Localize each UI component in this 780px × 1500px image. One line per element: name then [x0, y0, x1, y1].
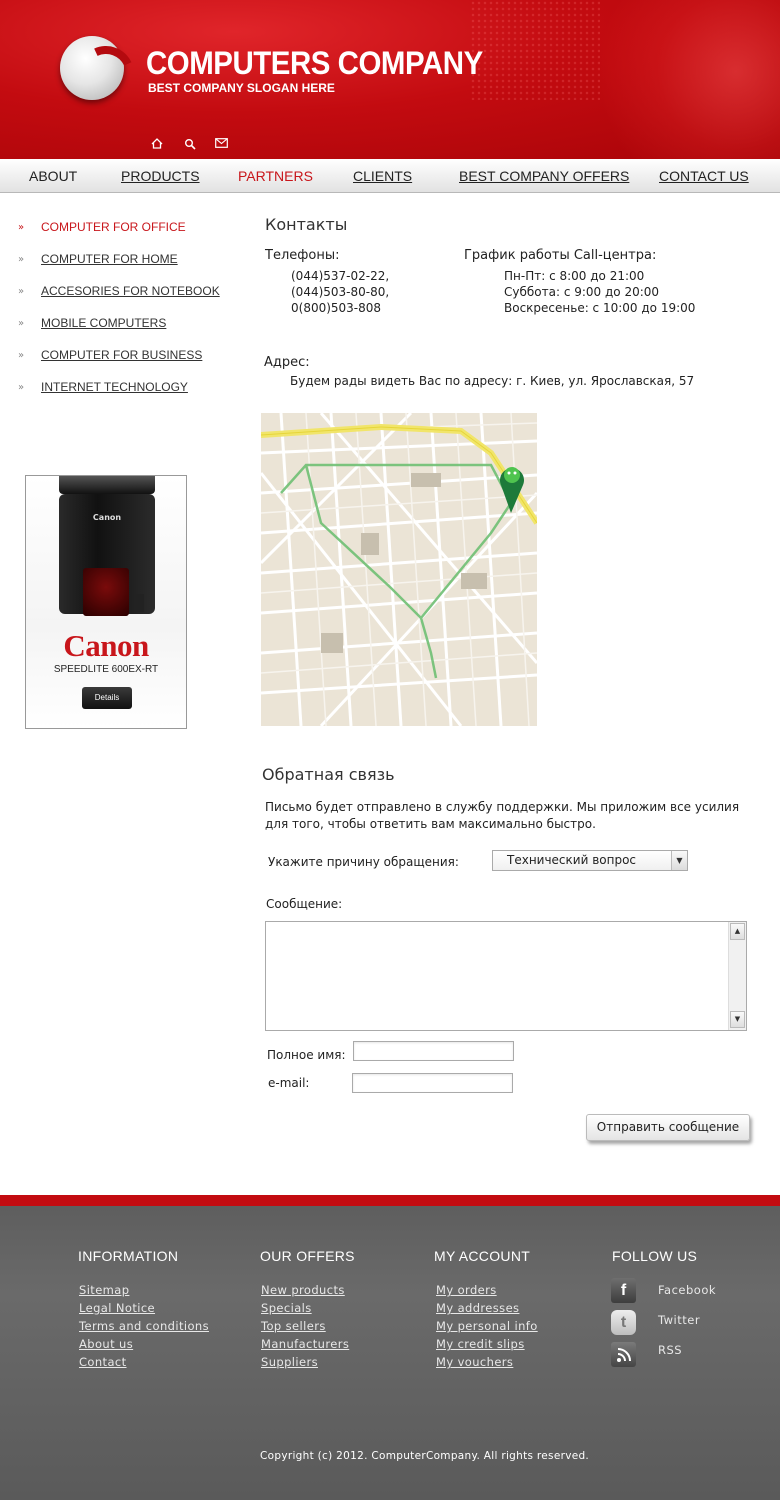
flash-side-detail	[134, 594, 144, 612]
schedule-sunday: Воскресенье: с 10:00 до 19:00	[504, 301, 696, 315]
site-header: COMPUTERS COMPANY BEST COMPANY SLOGAN HE…	[0, 0, 780, 159]
reason-label: Укажите причину обращения:	[268, 855, 459, 869]
reason-select-value: Технический вопрос	[507, 853, 637, 867]
flash-brand-label: Canon	[92, 513, 122, 522]
footer-link-my-addresses[interactable]: My addresses	[436, 1301, 519, 1315]
footer-link-top-sellers[interactable]: Top sellers	[261, 1319, 326, 1333]
twitter-link[interactable]: Twitter	[658, 1313, 700, 1327]
nav-clients[interactable]: CLIENTS	[353, 168, 412, 184]
footer-link-specials[interactable]: Specials	[261, 1301, 312, 1315]
facebook-icon[interactable]: f	[611, 1278, 636, 1303]
footer-link-my-vouchers[interactable]: My vouchers	[436, 1355, 513, 1369]
feedback-intro-line-2: для того, чтобы ответить вам максимально…	[265, 817, 596, 831]
company-logo[interactable]	[60, 36, 124, 100]
chevron-right-icon: »	[18, 350, 24, 361]
address-label: Адрес:	[264, 355, 310, 370]
schedule-label: График работы Call-центра:	[464, 248, 657, 263]
contacts-title: Контакты	[265, 215, 348, 234]
chevron-right-icon: »	[18, 382, 24, 393]
footer-link-my-personal-info[interactable]: My personal info	[436, 1319, 538, 1333]
sidebar-item-computer-for-home[interactable]: COMPUTER FOR HOME	[41, 252, 178, 266]
footer-follow-title: FOLLOW US	[612, 1248, 698, 1264]
flash-red-panel	[83, 568, 129, 616]
chevron-right-icon: »	[18, 222, 24, 233]
phone-3: 0(800)503-808	[291, 301, 382, 315]
location-map[interactable]	[261, 413, 537, 726]
twitter-icon[interactable]: t	[611, 1310, 636, 1335]
rss-link[interactable]: RSS	[658, 1343, 682, 1357]
message-label: Сообщение:	[266, 897, 343, 911]
chevron-right-icon: »	[18, 254, 24, 265]
footer-link-suppliers[interactable]: Suppliers	[261, 1355, 318, 1369]
message-scrollbar[interactable]: ▲ ▼	[728, 922, 746, 1030]
send-message-button[interactable]: Отправить сообщение	[586, 1114, 750, 1141]
sidebar-item-internet-technology[interactable]: INTERNET TECHNOLOGY	[41, 380, 188, 394]
sidebar-item-accesories-for-notebook[interactable]: ACCESORIES FOR NOTEBOOK	[41, 284, 220, 298]
scroll-down-icon[interactable]: ▼	[730, 1011, 745, 1028]
schedule-weekdays: Пн-Пт: с 8:00 до 21:00	[504, 269, 645, 283]
schedule-saturday: Суббота: с 9:00 до 20:00	[504, 285, 660, 299]
search-icon[interactable]	[183, 138, 197, 150]
sidebar-item-computer-for-office[interactable]: COMPUTER FOR OFFICE	[41, 220, 186, 234]
chevron-down-icon[interactable]: ▼	[671, 851, 687, 870]
phones-label: Телефоны:	[265, 248, 340, 263]
footer-link-sitemap[interactable]: Sitemap	[79, 1283, 129, 1297]
reason-select[interactable]: Технический вопрос ▼	[492, 850, 688, 871]
nav-about[interactable]: ABOUT	[29, 168, 77, 184]
map-graphic	[261, 413, 537, 726]
footer-link-legal-notice[interactable]: Legal Notice	[79, 1301, 155, 1315]
sidebar-item-mobile-computers[interactable]: MOBILE COMPUTERS	[41, 316, 166, 330]
nav-partners[interactable]: PARTNERS	[238, 168, 313, 184]
feedback-title: Обратная связь	[262, 765, 395, 784]
header-globe-graphic	[560, 0, 780, 159]
copyright-text: Copyright (c) 2012. ComputerCompany. All…	[260, 1450, 590, 1462]
nav-best-company-offers[interactable]: BEST COMPANY OFFERS	[459, 168, 629, 184]
footer-information-title: INFORMATION	[78, 1248, 179, 1264]
company-slogan: BEST COMPANY SLOGAN HERE	[148, 81, 335, 95]
company-name[interactable]: COMPUTERS COMPANY	[146, 45, 483, 82]
email-input[interactable]	[352, 1073, 513, 1093]
mail-icon[interactable]	[214, 138, 228, 150]
message-textarea[interactable]: ▲ ▼	[265, 921, 747, 1031]
main-navigation: ABOUT PRODUCTS PARTNERS CLIENTS BEST COM…	[0, 159, 780, 193]
email-label: e-mail:	[268, 1076, 310, 1090]
footer-account-title: MY ACCOUNT	[434, 1248, 531, 1264]
nav-products[interactable]: PRODUCTS	[121, 168, 200, 184]
footer-link-my-orders[interactable]: My orders	[436, 1283, 497, 1297]
facebook-link[interactable]: Facebook	[658, 1283, 716, 1297]
footer-link-manufacturers[interactable]: Manufacturers	[261, 1337, 349, 1351]
full-name-input[interactable]	[353, 1041, 514, 1061]
chevron-right-icon: »	[18, 318, 24, 329]
footer-link-my-credit-slips[interactable]: My credit slips	[436, 1337, 525, 1351]
canon-logo: Canon	[63, 628, 149, 663]
flash-product-image	[59, 476, 155, 494]
home-icon[interactable]	[150, 138, 164, 150]
footer-link-contact[interactable]: Contact	[79, 1355, 127, 1369]
sidebar-item-computer-for-business[interactable]: COMPUTER FOR BUSINESS	[41, 348, 202, 362]
address-text: Будем рады видеть Вас по адресу: г. Киев…	[290, 374, 695, 388]
nav-contact-us[interactable]: CONTACT US	[659, 168, 749, 184]
rss-icon[interactable]	[611, 1342, 636, 1367]
scroll-up-icon[interactable]: ▲	[730, 923, 745, 940]
footer-red-bar	[0, 1195, 780, 1206]
phone-1: (044)537-02-22,	[291, 269, 390, 283]
footer-link-about-us[interactable]: About us	[79, 1337, 133, 1351]
ad-model-label: SPEEDLITE 600EX-RT	[53, 664, 159, 675]
footer-link-new-products[interactable]: New products	[261, 1283, 345, 1297]
feedback-intro-line-1: Письмо будет отправлено в службу поддерж…	[265, 800, 740, 814]
canon-speedlite-ad[interactable]: Canon Canon SPEEDLITE 600EX-RT Details	[25, 475, 187, 729]
ad-details-button[interactable]: Details	[82, 687, 132, 709]
footer-link-terms[interactable]: Terms and conditions	[79, 1319, 209, 1333]
phone-2: (044)503-80-80,	[291, 285, 390, 299]
footer-offers-title: OUR OFFERS	[260, 1248, 355, 1264]
chevron-right-icon: »	[18, 286, 24, 297]
full-name-label: Полное имя:	[267, 1048, 346, 1062]
